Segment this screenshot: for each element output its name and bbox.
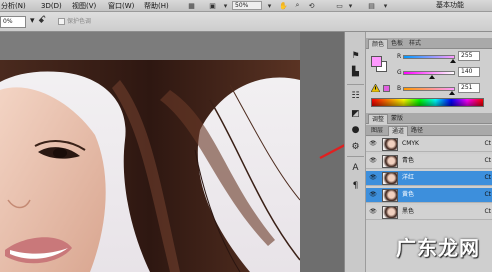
channel-thumbnail (382, 189, 398, 202)
panel-dock: ⚑ ▙ ☷ ◩ ● ⚙ A ¶ (344, 32, 366, 272)
watermark-logo: 广东龙网 (396, 236, 480, 260)
value-field-r[interactable]: 255 (458, 51, 480, 61)
slider-thumb-g[interactable] (428, 75, 435, 79)
adjust-panel-tabs: 调整 蒙版 (366, 113, 492, 124)
document-photo[interactable] (0, 60, 300, 272)
channel-label-r: R (397, 53, 402, 60)
channel-thumbnail (382, 206, 398, 219)
extras-icon[interactable]: ▤ (366, 1, 377, 10)
channel-row[interactable]: 👁 黑色 Ct (366, 205, 492, 220)
channel-shortcut: Ct (484, 157, 491, 164)
tab-channels[interactable]: 通道 (388, 126, 409, 136)
menu-bar: 分析(N) 3D(D) 视图(V) 窗口(W) 帮助(H) ▦ ▣ ▾ 50% … (0, 0, 492, 12)
channel-shortcut: Ct (484, 140, 491, 147)
navigator-icon[interactable]: ◩ (348, 106, 363, 121)
color-row-r: R 255 (366, 51, 492, 63)
chevron-down-icon[interactable]: ▾ (380, 1, 391, 10)
paragraph-icon[interactable]: ¶ (348, 178, 363, 193)
character-icon[interactable]: A (348, 160, 363, 175)
menu-window[interactable]: 窗口(W) (108, 1, 134, 11)
airbrush-icon[interactable]: ꗃ (38, 15, 46, 26)
arrange-icon[interactable]: ▣ (207, 1, 218, 10)
portrait-image (0, 60, 300, 272)
actions-icon[interactable]: ⚙ (348, 139, 363, 154)
tab-styles[interactable]: 样式 (406, 39, 424, 49)
eye-icon[interactable]: 👁 (368, 139, 378, 149)
channel-name: 洋红 (402, 174, 415, 181)
document-margin (0, 32, 300, 60)
eye-icon[interactable]: 👁 (368, 190, 378, 200)
channel-shortcut: Ct (484, 208, 491, 215)
chevron-down-icon[interactable]: ▾ (264, 1, 275, 10)
history-icon[interactable]: ☷ (348, 88, 363, 103)
eye-icon[interactable]: 👁 (368, 207, 378, 217)
chevron-down-icon[interactable]: ▾ (220, 1, 231, 10)
color-spectrum-bar[interactable] (371, 98, 484, 107)
channel-shortcut: Ct (484, 174, 491, 181)
tab-masks[interactable]: 蒙版 (388, 114, 406, 124)
channel-label-g: G (397, 69, 402, 76)
bridge-icon[interactable]: ▦ (186, 1, 197, 10)
menu-help[interactable]: 帮助(H) (144, 1, 169, 11)
layers-panel-tabs: 图层 通道 路径 (366, 125, 492, 136)
hand-tool-icon[interactable]: ✋ (278, 1, 289, 10)
channel-thumbnail (382, 138, 398, 151)
channel-name: 青色 (402, 157, 415, 164)
slider-track-b[interactable] (403, 87, 455, 91)
layer-comps-icon[interactable]: ⚑ (348, 48, 363, 63)
chevron-down-icon[interactable]: ▾ (345, 1, 356, 10)
channel-row[interactable]: 👁 黄色 Ct (366, 188, 492, 203)
channel-label-b: B (397, 85, 402, 92)
tab-layers[interactable]: 图层 (368, 126, 386, 136)
channel-row[interactable]: 👁 CMYK Ct (366, 137, 492, 152)
slider-track-r[interactable] (403, 55, 455, 59)
value-field-b[interactable]: 251 (458, 83, 480, 93)
value-field-g[interactable]: 140 (458, 67, 480, 77)
info-icon[interactable]: ● (348, 122, 363, 137)
protect-tones-label: 保护色调 (67, 18, 92, 25)
zoom-select[interactable]: 50% (232, 1, 262, 10)
channel-row[interactable]: 👁 洋红 Ct (366, 171, 492, 186)
gamut-warning-icon[interactable] (371, 84, 380, 92)
zoom-field[interactable]: 0% (0, 16, 26, 28)
tab-swatches[interactable]: 色板 (388, 39, 406, 49)
menu-analysis[interactable]: 分析(N) (1, 1, 26, 11)
channel-name: CMYK (402, 140, 419, 147)
gamut-color-chip[interactable] (383, 85, 390, 92)
channel-thumbnail (382, 155, 398, 168)
brush-preset-icon[interactable]: ▙ (348, 64, 363, 79)
channel-thumbnail (382, 172, 398, 185)
tab-paths[interactable]: 路径 (408, 126, 426, 136)
channel-row[interactable]: 👁 青色 Ct (366, 154, 492, 169)
zoom-tool-icon[interactable]: ⌕ (292, 1, 303, 10)
screen-mode-icon[interactable]: ▭ (334, 1, 345, 10)
channel-name: 黄色 (402, 191, 415, 198)
tab-adjustments[interactable]: 调整 (368, 114, 389, 124)
color-panel-tabs: 颜色 色板 样式 (366, 38, 492, 49)
chevron-down-icon[interactable]: ▾ (30, 16, 35, 26)
menu-3d[interactable]: 3D(D) (41, 1, 62, 11)
tab-color[interactable]: 颜色 (368, 39, 389, 49)
rotate-view-icon[interactable]: ⟲ (306, 1, 317, 10)
eye-icon[interactable]: 👁 (368, 173, 378, 183)
workspace-switcher[interactable]: 基本功能 (436, 0, 464, 11)
slider-thumb-r[interactable] (450, 59, 457, 63)
channel-name: 黑色 (402, 208, 415, 215)
protect-tones-checkbox[interactable] (58, 18, 65, 25)
slider-thumb-b[interactable] (449, 91, 456, 95)
eye-icon[interactable]: 👁 (368, 156, 378, 166)
options-bar: 0% ▾ ꗃ 保护色调 (0, 12, 492, 32)
color-row-g: G 140 (366, 67, 492, 79)
menu-view[interactable]: 视图(V) (72, 1, 96, 11)
channel-shortcut: Ct (484, 191, 491, 198)
